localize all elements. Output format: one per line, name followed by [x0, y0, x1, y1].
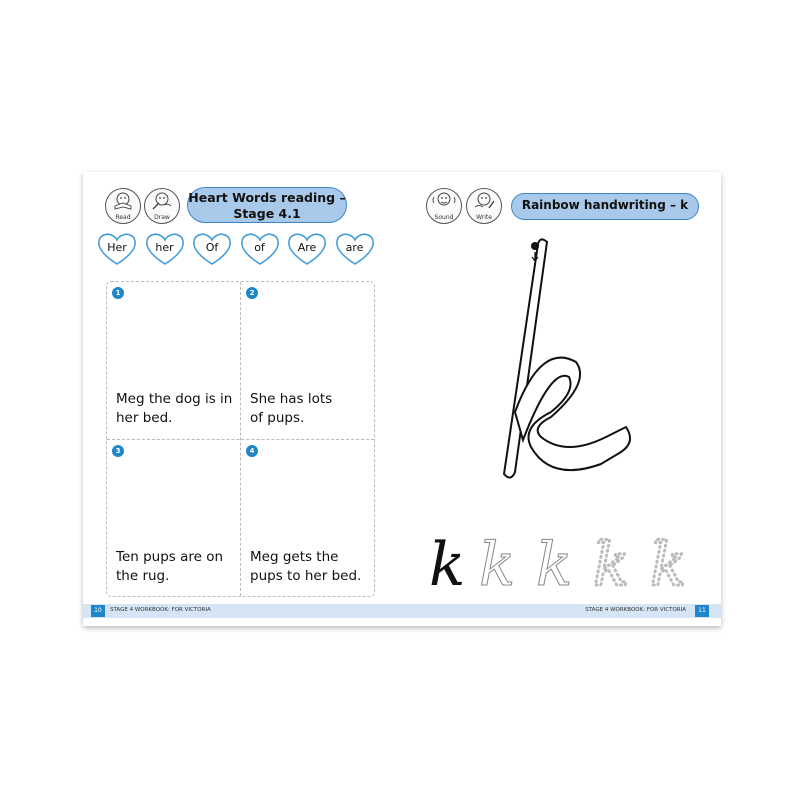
workbook-spread: Read Draw Heart Words reading – Stage 4.… — [83, 172, 721, 626]
heart-word-label: of — [254, 241, 265, 254]
panel-sentence: Meg gets the pups to her bed. — [250, 548, 370, 586]
sentence-line: Ten pups are on — [116, 549, 224, 565]
heart-word-label: Her — [107, 241, 127, 254]
tracing-letter-k — [502, 238, 631, 479]
left-footer-band: 10 STAGE 4 WORKBOOK: FOR VICTORIA — [83, 604, 401, 618]
panel-sentence: Meg the dog is in her bed. — [116, 390, 236, 428]
sentence-line: Meg the dog is in — [116, 391, 233, 407]
sentence-line: Meg gets the — [250, 549, 339, 565]
heart-word-label: Are — [297, 241, 317, 254]
right-footer-band: STAGE 4 WORKBOOK: FOR VICTORIA 11 — [401, 604, 721, 618]
page-title-line1: Heart Words reading – — [188, 190, 346, 205]
panel-sentence: She has lots of pups. — [250, 390, 370, 428]
heart-word: Of — [192, 232, 232, 266]
heart-word-label: her — [155, 241, 174, 254]
heart-word-label: Of — [205, 241, 219, 254]
sentence-line: the rug. — [116, 568, 170, 584]
panel-1: 1 Meg the dog is in her bed. — [107, 282, 240, 439]
draw-icon-label: Draw — [154, 214, 170, 221]
page-number: 11 — [695, 605, 709, 617]
panel-sentence: Ten pups are on the rug. — [116, 548, 236, 586]
page-title: Heart Words reading – Stage 4.1 — [187, 187, 347, 223]
page-number: 10 — [91, 605, 105, 617]
picture-panel-grid: 1 Meg the dog is in her bed. 2 She has l… — [106, 281, 375, 597]
read-icon-label: Read — [115, 214, 131, 221]
panel-number: 1 — [112, 287, 124, 299]
panel-number: 4 — [246, 445, 258, 457]
k-solid-example: k — [429, 530, 465, 590]
k-dotted-trace: k — [593, 530, 629, 590]
panel-4: 4 Meg gets the pups to her bed. — [241, 440, 374, 597]
k-outline-trace: k — [536, 530, 572, 590]
heart-word: Are — [287, 232, 327, 266]
sentence-line: of pups. — [250, 410, 305, 426]
k-outline-trace: k — [479, 530, 515, 590]
read-icon: Read — [105, 188, 141, 224]
right-page: Sound Write Rainbow handwriting – k k k … — [401, 172, 721, 626]
heart-word: are — [335, 232, 375, 266]
draw-icon: Draw — [144, 188, 180, 224]
heart-word: her — [145, 232, 185, 266]
start-dot-icon — [531, 242, 539, 250]
page-title-line2: Stage 4.1 — [233, 206, 301, 221]
sentence-line: pups to her bed. — [250, 568, 362, 584]
sentence-line: She has lots — [250, 391, 333, 407]
heart-word: of — [240, 232, 280, 266]
heart-word: Her — [97, 232, 137, 266]
sentence-line: her bed. — [116, 410, 173, 426]
heart-word-label: are — [345, 241, 364, 254]
practice-row: k k k k k — [429, 529, 688, 591]
panel-2: 2 She has lots of pups. — [241, 282, 374, 439]
footer-text: STAGE 4 WORKBOOK: FOR VICTORIA — [110, 607, 211, 613]
k-loop-outline — [513, 356, 631, 472]
k-dotted-trace: k — [650, 530, 686, 590]
panel-number: 2 — [246, 287, 258, 299]
panel-3: 3 Ten pups are on the rug. — [107, 440, 240, 597]
footer-text: STAGE 4 WORKBOOK: FOR VICTORIA — [585, 607, 686, 613]
panel-number: 3 — [112, 445, 124, 457]
heart-words-row: Her her Of of Are are — [97, 232, 393, 266]
left-page: Read Draw Heart Words reading – Stage 4.… — [83, 172, 401, 626]
